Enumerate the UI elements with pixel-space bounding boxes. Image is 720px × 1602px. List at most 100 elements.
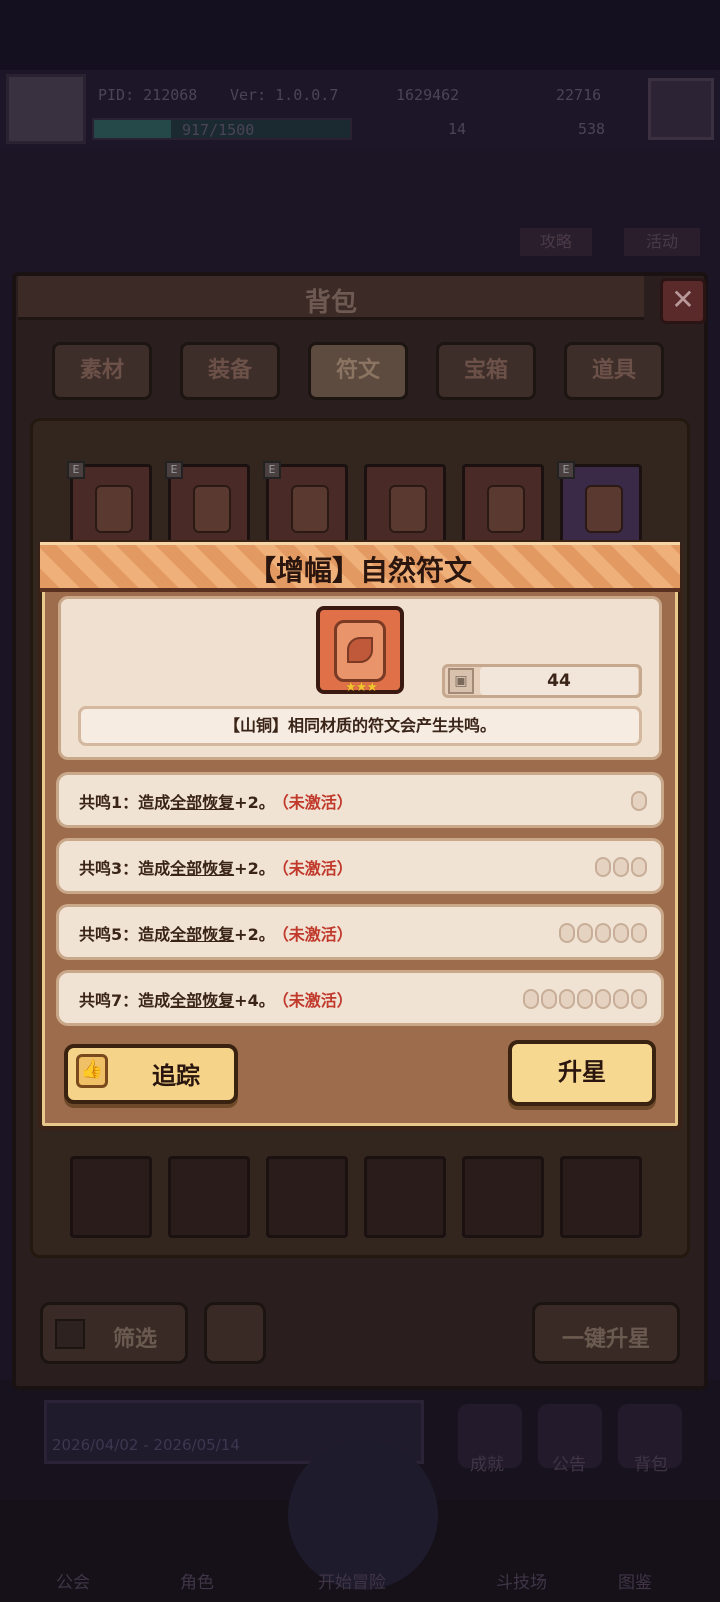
equipped-badge: E — [67, 461, 85, 479]
equipped-badge: E — [165, 461, 183, 479]
inventory-slot[interactable] — [462, 1156, 544, 1238]
backpack-title-bar: 背包 — [18, 276, 644, 320]
grid-icon — [55, 1319, 85, 1349]
clover-value: 14 — [448, 120, 467, 138]
rune-mini-icon — [389, 485, 427, 533]
rune-mini-icon — [585, 485, 623, 533]
settings-gear-icon[interactable] — [648, 78, 714, 140]
player-avatar[interactable] — [6, 74, 86, 144]
rune-mini-icon — [193, 485, 231, 533]
achievement-label: 成就 — [470, 1455, 504, 1475]
inventory-slot[interactable] — [168, 1156, 250, 1238]
notice-label: 公告 — [552, 1455, 586, 1475]
resonance-row: 共鸣5：造成全部恢复+2。 （未激活） — [56, 904, 664, 960]
quantity-icon: ▣ — [448, 668, 474, 694]
nav-codex[interactable]: 图鉴 — [618, 1568, 652, 1593]
progress-dot — [523, 989, 539, 1009]
event-button[interactable]: 活动 — [624, 228, 700, 256]
resonance-row: 共鸣1：造成全部恢复+2。 （未激活） — [56, 772, 664, 828]
exp-text: 917/1500 — [182, 121, 255, 139]
inventory-slot[interactable]: E — [263, 461, 348, 546]
scene-area — [0, 150, 720, 280]
progress-dot — [559, 989, 575, 1009]
keyword-link[interactable]: 全部恢复 — [170, 925, 234, 944]
close-icon[interactable]: ✕ — [660, 278, 706, 324]
progress-dot — [595, 989, 611, 1009]
progress-dot — [559, 923, 575, 943]
nav-start-adventure[interactable]: 开始冒险 — [318, 1568, 386, 1593]
progress-dot — [577, 923, 593, 943]
upgrade-star-button[interactable]: 升星 — [508, 1040, 656, 1106]
tab-materials[interactable]: 素材 — [52, 342, 152, 400]
gem-value: 22716 — [556, 86, 602, 104]
rune-mini-icon — [487, 485, 525, 533]
resonance-text: 共鸣3：造成全部恢复+2。 （未激活） — [79, 859, 353, 878]
tab-items[interactable]: 道具 — [564, 342, 664, 400]
tab-equipment[interactable]: 装备 — [180, 342, 280, 400]
inventory-slot[interactable]: E — [165, 461, 250, 546]
progress-dot — [595, 923, 611, 943]
inventory-slot[interactable] — [266, 1156, 348, 1238]
progress-dot — [577, 989, 593, 1009]
resonance-progress — [523, 989, 647, 1009]
progress-dot — [631, 989, 647, 1009]
version-text: Ver: 1.0.0.7 — [230, 86, 339, 104]
nav-guild[interactable]: 公会 — [56, 1568, 90, 1593]
nav-character[interactable]: 角色 — [180, 1568, 214, 1593]
keyword-link[interactable]: 全部恢复 — [170, 793, 234, 812]
nav-arena[interactable]: 斗技场 — [496, 1568, 547, 1593]
inventory-slot[interactable]: E — [67, 461, 152, 546]
guide-button[interactable]: 攻略 — [520, 228, 592, 256]
refresh-icon[interactable] — [204, 1302, 266, 1364]
one-key-star-label: 一键升星 — [561, 1327, 650, 1352]
rune-mini-icon — [95, 485, 133, 533]
keyword-link[interactable]: 全部恢复 — [170, 991, 234, 1010]
inventory-slot[interactable] — [364, 1156, 446, 1238]
tab-chests[interactable]: 宝箱 — [436, 342, 536, 400]
equipped-badge: E — [263, 461, 281, 479]
keyword-link[interactable]: 全部恢复 — [170, 859, 234, 878]
pid-text: PID: 212068 — [98, 86, 198, 104]
resonance-row: 共鸣3：造成全部恢复+2。 （未激活） — [56, 838, 664, 894]
inventory-slot[interactable] — [462, 464, 544, 546]
progress-dot — [631, 923, 647, 943]
resonance-row: 共鸣7：造成全部恢复+4。 （未激活） — [56, 970, 664, 1026]
backpack-label: 背包 — [634, 1455, 668, 1475]
one-key-star-button[interactable]: 一键升星 — [532, 1302, 680, 1364]
resonance-text: 共鸣1：造成全部恢复+2。 （未激活） — [79, 793, 353, 812]
progress-dot — [631, 791, 647, 811]
resonance-progress — [595, 857, 647, 877]
status-inactive: （未激活） — [280, 793, 353, 812]
progress-dot — [613, 923, 629, 943]
gold-value: 1629462 — [396, 86, 460, 104]
rune-name: 【增幅】自然符文 — [247, 554, 472, 587]
inventory-slot[interactable] — [560, 1156, 642, 1238]
star-rating: ★★★ — [345, 680, 378, 695]
rune-count: 44 — [480, 667, 638, 695]
progress-dot — [595, 857, 611, 877]
thumbs-up-icon: 👍 — [76, 1054, 108, 1088]
status-inactive: （未激活） — [280, 991, 353, 1010]
inventory-slot[interactable] — [364, 464, 446, 546]
resonance-text: 共鸣5：造成全部恢复+2。 （未激活） — [79, 925, 353, 944]
equipped-badge: E — [557, 461, 575, 479]
tab-runes[interactable]: 符文 — [308, 342, 408, 400]
inventory-slot[interactable]: E — [557, 461, 642, 546]
backpack-title: 背包 — [304, 288, 357, 318]
resonance-progress — [559, 923, 647, 943]
key-value: 538 — [578, 120, 606, 138]
inventory-slot[interactable] — [70, 1156, 152, 1238]
status-inactive: （未激活） — [280, 859, 353, 878]
track-label: 追踪 — [152, 1062, 200, 1090]
leaf-icon — [347, 637, 373, 663]
progress-dot — [541, 989, 557, 1009]
status-inactive: （未激活） — [280, 925, 353, 944]
banner-date: 2026/04/02 - 2026/05/14 — [52, 1436, 240, 1454]
progress-dot — [613, 857, 629, 877]
resonance-progress — [631, 791, 647, 811]
filter-label: 筛选 — [113, 1327, 158, 1352]
rune-description: 【山铜】相同材质的符文会产生共鸣。 — [78, 706, 642, 746]
rune-mini-icon — [291, 485, 329, 533]
filter-button[interactable]: 筛选 — [40, 1302, 188, 1364]
progress-dot — [631, 857, 647, 877]
